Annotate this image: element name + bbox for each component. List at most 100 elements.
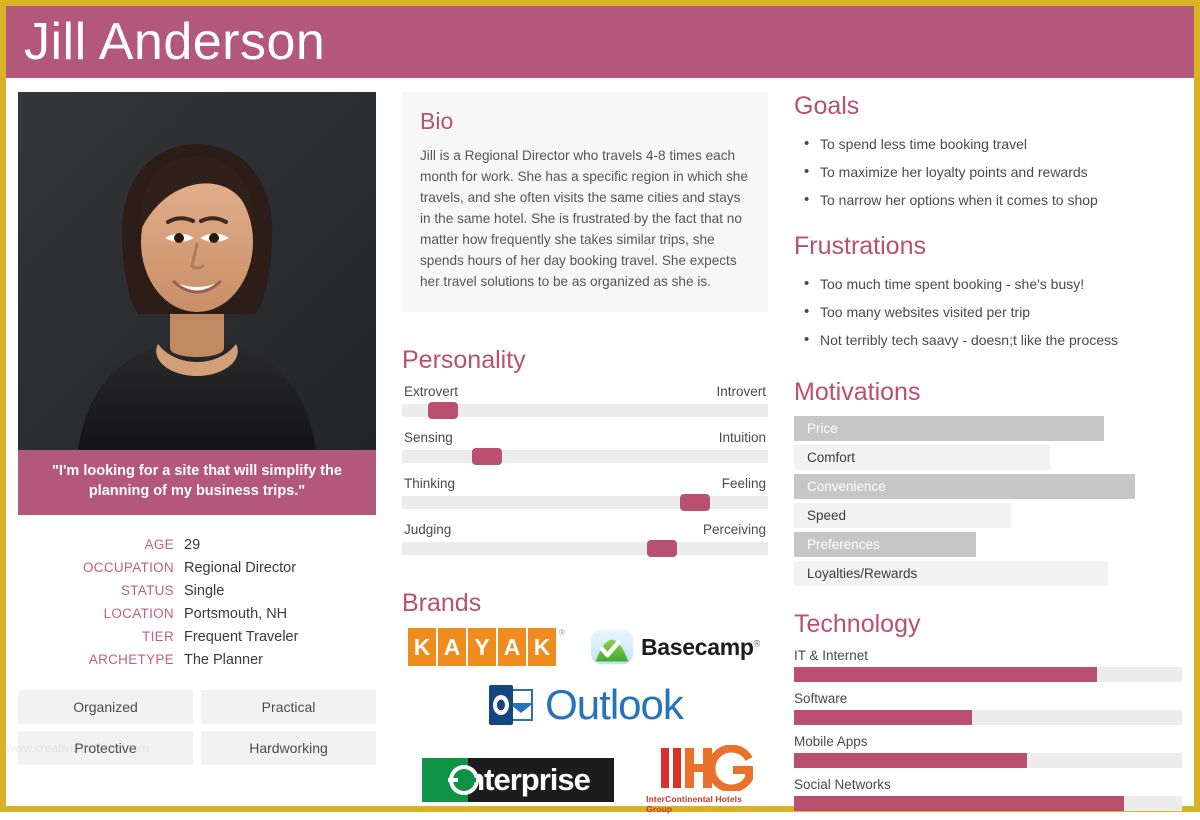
- enterprise-e-icon: [448, 764, 480, 795]
- persona-quote: "I'm looking for a site that will simpli…: [18, 450, 376, 516]
- ihg-monogram-icon: [661, 745, 754, 792]
- ihg-logo: InterContinental Hotels Group: [646, 745, 768, 814]
- list-item: Too many websites visited per trip: [798, 298, 1182, 326]
- motivation-bar: Speed: [794, 503, 1012, 528]
- personality-section: Personality Extrovert Introvert Sensing …: [402, 346, 768, 558]
- bio-card: Bio Jill is a Regional Director who trav…: [402, 92, 768, 313]
- content-area: "I'm looking for a site that will simpli…: [6, 78, 1194, 820]
- attribute-value: Single: [184, 583, 225, 600]
- motivations-section: Motivations Price Comfort Convenience Sp…: [794, 378, 1182, 586]
- attribute-row: ARCHETYPE The Planner: [18, 652, 376, 668]
- middle-column: Bio Jill is a Regional Director who trav…: [390, 92, 780, 820]
- slider-track[interactable]: [402, 540, 768, 558]
- slider-label-left: Judging: [404, 522, 452, 538]
- basecamp-wordmark: Basecamp®: [641, 634, 760, 661]
- kayak-letter: K: [528, 628, 556, 667]
- frustrations-list: Too much time spent booking - she's busy…: [798, 270, 1182, 354]
- technology-label: Social Networks: [794, 777, 891, 792]
- brand-row: K A Y A K ® Basecamp®: [402, 627, 768, 667]
- attribute-value: Portsmouth, NH: [184, 606, 288, 623]
- attribute-list: AGE 29 OCCUPATION Regional Director STAT…: [18, 537, 376, 668]
- personality-slider: Sensing Intuition: [402, 430, 768, 466]
- slider-knob[interactable]: [427, 402, 458, 420]
- technology-label: Mobile Apps: [794, 734, 868, 749]
- technology-track: [794, 753, 1182, 768]
- motivation-bar: Convenience: [794, 474, 1136, 499]
- basecamp-logo: Basecamp®: [590, 627, 760, 667]
- trait-tile: Organized: [18, 690, 193, 725]
- frustrations-section: Frustrations Too much time spent booking…: [794, 232, 1182, 354]
- slider-label-right: Feeling: [721, 476, 766, 492]
- slider-label-right: Perceiving: [702, 522, 766, 538]
- page-header: Jill Anderson: [6, 6, 1194, 78]
- motivation-bar: Preferences: [794, 532, 977, 557]
- outlook-logo: Outlook: [487, 681, 684, 729]
- slider-labels: Extrovert Introvert: [402, 384, 768, 399]
- technology-fill: [794, 710, 973, 725]
- slider-track[interactable]: [402, 494, 768, 512]
- slider-label-right: Intuition: [718, 430, 766, 446]
- attribute-key: STATUS: [120, 583, 174, 599]
- portrait-illustration: [18, 92, 376, 450]
- basecamp-hill-icon: [591, 630, 633, 665]
- technology-fill: [794, 667, 1097, 682]
- left-column: "I'm looking for a site that will simpli…: [6, 92, 390, 820]
- brand-logo-grid: K A Y A K ® Basecamp® Outlook enterprise…: [402, 627, 768, 814]
- bio-title: Bio: [420, 108, 454, 134]
- page-title: Jill Anderson: [24, 13, 326, 71]
- slider-labels: Judging Perceiving: [402, 522, 768, 537]
- outlook-wordmark: Outlook: [545, 681, 684, 729]
- slider-knob[interactable]: [647, 540, 678, 558]
- goals-section: Goals To spend less time booking travel …: [794, 92, 1182, 214]
- right-column: Goals To spend less time booking travel …: [780, 92, 1182, 820]
- slider-knob[interactable]: [471, 448, 502, 466]
- slider-labels: Sensing Intuition: [402, 430, 768, 445]
- slider-label-left: Sensing: [404, 430, 453, 446]
- brand-row: Outlook: [402, 681, 768, 729]
- trait-tile: www.creativetemplate.com Protective: [6, 731, 193, 766]
- technology-section: Technology IT & Internet Software Mobile…: [794, 610, 1182, 811]
- personality-slider: Thinking Feeling: [402, 476, 768, 512]
- kayak-letter: K: [408, 628, 436, 667]
- technology-item: Mobile Apps: [794, 734, 1182, 768]
- attribute-key: TIER: [142, 629, 174, 645]
- slider-track[interactable]: [402, 448, 768, 466]
- slider-track[interactable]: [402, 402, 768, 420]
- technology-track: [794, 796, 1182, 811]
- technology-fill: [794, 753, 1027, 768]
- kayak-letter: Y: [468, 628, 496, 667]
- list-item: Not terribly tech saavy - doesn;t like t…: [798, 326, 1182, 354]
- technology-track: [794, 667, 1182, 682]
- ihg-subtitle: InterContinental Hotels Group: [646, 794, 742, 815]
- motivation-bar: Price: [794, 416, 1105, 441]
- frustrations-title: Frustrations: [794, 232, 926, 260]
- technology-label: IT & Internet: [794, 648, 869, 663]
- trait-tile: Hardworking: [201, 731, 376, 766]
- personality-slider: Judging Perceiving: [402, 522, 768, 558]
- enterprise-green-block: [422, 757, 480, 802]
- technology-title: Technology: [794, 610, 921, 638]
- slider-labels: Thinking Feeling: [402, 476, 768, 491]
- outlook-envelope-icon: [489, 685, 534, 726]
- motivations-title: Motivations: [794, 378, 921, 406]
- kayak-letter: A: [498, 628, 526, 667]
- personality-title: Personality: [402, 346, 526, 375]
- list-item: To spend less time booking travel: [798, 130, 1182, 158]
- attribute-value: The Planner: [184, 652, 263, 669]
- attribute-row: AGE 29: [18, 537, 376, 553]
- attribute-key: ARCHETYPE: [88, 652, 174, 668]
- attribute-row: TIER Frequent Traveler: [18, 629, 376, 645]
- attribute-key: LOCATION: [103, 606, 174, 622]
- list-item: To narrow her options when it comes to s…: [798, 186, 1182, 214]
- registered-mark-icon: ®: [753, 638, 761, 649]
- enterprise-logo: enterprise: [422, 757, 615, 802]
- list-item: Too much time spent booking - she's busy…: [798, 270, 1182, 298]
- technology-fill: [794, 796, 1124, 811]
- technology-item: Social Networks: [794, 777, 1182, 811]
- attribute-row: STATUS Single: [18, 583, 376, 599]
- technology-label: Software: [794, 691, 848, 706]
- brands-section: Brands K A Y A K ® Basecamp® Outlook ent…: [402, 589, 768, 814]
- slider-knob[interactable]: [680, 494, 711, 512]
- attribute-key: AGE: [144, 537, 174, 553]
- slider-label-right: Introvert: [716, 384, 766, 400]
